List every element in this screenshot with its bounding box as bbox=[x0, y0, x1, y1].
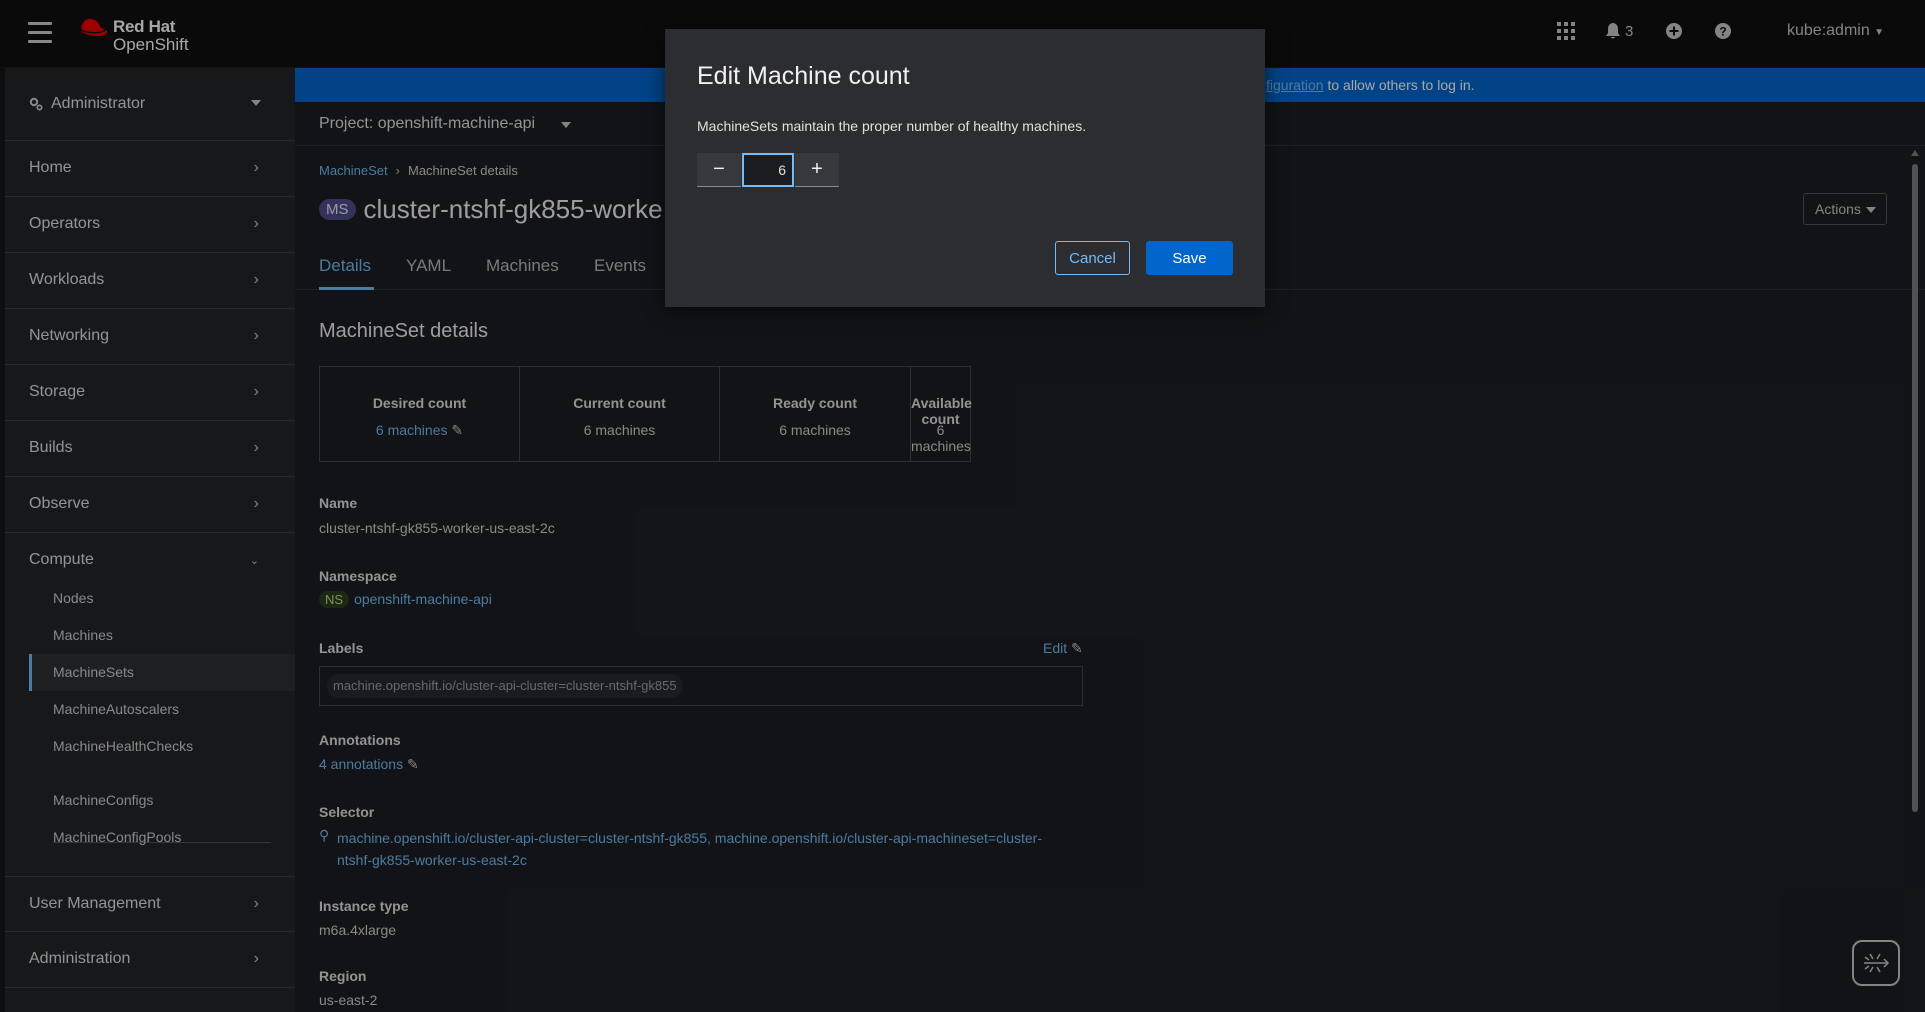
cancel-button[interactable]: Cancel bbox=[1055, 241, 1130, 275]
decrement-button[interactable]: − bbox=[697, 153, 741, 187]
machine-count-stepper: − + bbox=[697, 153, 839, 187]
save-button[interactable]: Save bbox=[1146, 241, 1233, 275]
modal-title: Edit Machine count bbox=[697, 62, 910, 90]
machine-count-input[interactable] bbox=[742, 153, 794, 187]
edit-machine-count-modal: Edit Machine count MachineSets maintain … bbox=[665, 29, 1265, 307]
increment-button[interactable]: + bbox=[795, 153, 839, 187]
modal-description: MachineSets maintain the proper number o… bbox=[697, 118, 1087, 134]
